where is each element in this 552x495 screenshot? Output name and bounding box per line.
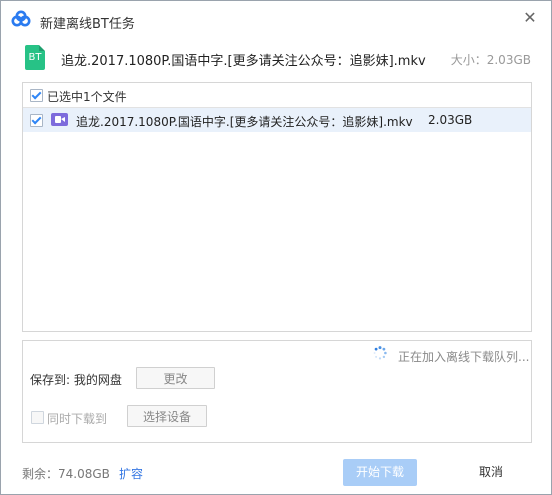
simultaneous-download-label: 同时下载到 xyxy=(47,412,108,426)
bt-file-icon: BT xyxy=(25,45,45,70)
select-all-checkbox[interactable] xyxy=(30,89,43,102)
loading-spinner-icon xyxy=(373,346,387,360)
title-bar[interactable]: 新建离线BT任务 ✕ xyxy=(1,1,551,39)
download-options-panel: 正在加入离线下载队列... 保存到: 我的网盘 更改 同时下载到 选择设备 xyxy=(22,340,532,443)
select-device-button[interactable]: 选择设备 xyxy=(127,405,207,427)
change-location-button[interactable]: 更改 xyxy=(136,367,215,389)
offline-bt-dialog: 新建离线BT任务 ✕ BT 追龙.2017.1080P.国语中字.[更多请关注公… xyxy=(0,0,552,495)
file-row[interactable]: 追龙.2017.1080P.国语中字.[更多请关注公众号：追影妹].mkv 2.… xyxy=(23,108,531,132)
torrent-name: 追龙.2017.1080P.国语中字.[更多请关注公众号：追影妹].mkv xyxy=(61,54,426,69)
simultaneous-download-checkbox[interactable] xyxy=(31,411,44,424)
file-list: 已选中1个文件 追龙.2017.1080P.国语中字.[更多请关注公众号：追影妹… xyxy=(22,82,532,332)
file-row-name: 追龙.2017.1080P.国语中字.[更多请关注公众号：追影妹].mkv xyxy=(76,115,413,129)
torrent-header: BT 追龙.2017.1080P.国语中字.[更多请关注公众号：追影妹].mkv… xyxy=(1,41,551,75)
start-download-button[interactable]: 开始下载 xyxy=(343,459,417,486)
save-location-label: 保存到: 我的网盘 xyxy=(30,373,122,387)
remaining-space-label: 剩余：74.08GB xyxy=(22,467,110,481)
cancel-button[interactable]: 取消 xyxy=(463,459,519,486)
bt-badge-label: BT xyxy=(28,52,42,63)
close-icon: ✕ xyxy=(523,8,537,27)
torrent-size: 大小：2.03GB xyxy=(450,53,531,67)
selected-count-label: 已选中1个文件 xyxy=(47,90,127,104)
expand-storage-link[interactable]: 扩容 xyxy=(119,465,143,482)
file-list-header: 已选中1个文件 xyxy=(23,83,531,108)
video-file-icon xyxy=(51,113,68,126)
queue-status-text: 正在加入离线下载队列... xyxy=(398,350,530,364)
file-row-checkbox[interactable] xyxy=(30,114,43,127)
baidu-netdisk-logo-icon xyxy=(11,10,31,27)
window-title: 新建离线BT任务 xyxy=(40,17,135,32)
file-row-size: 2.03GB xyxy=(428,113,473,127)
close-button[interactable]: ✕ xyxy=(519,7,541,29)
